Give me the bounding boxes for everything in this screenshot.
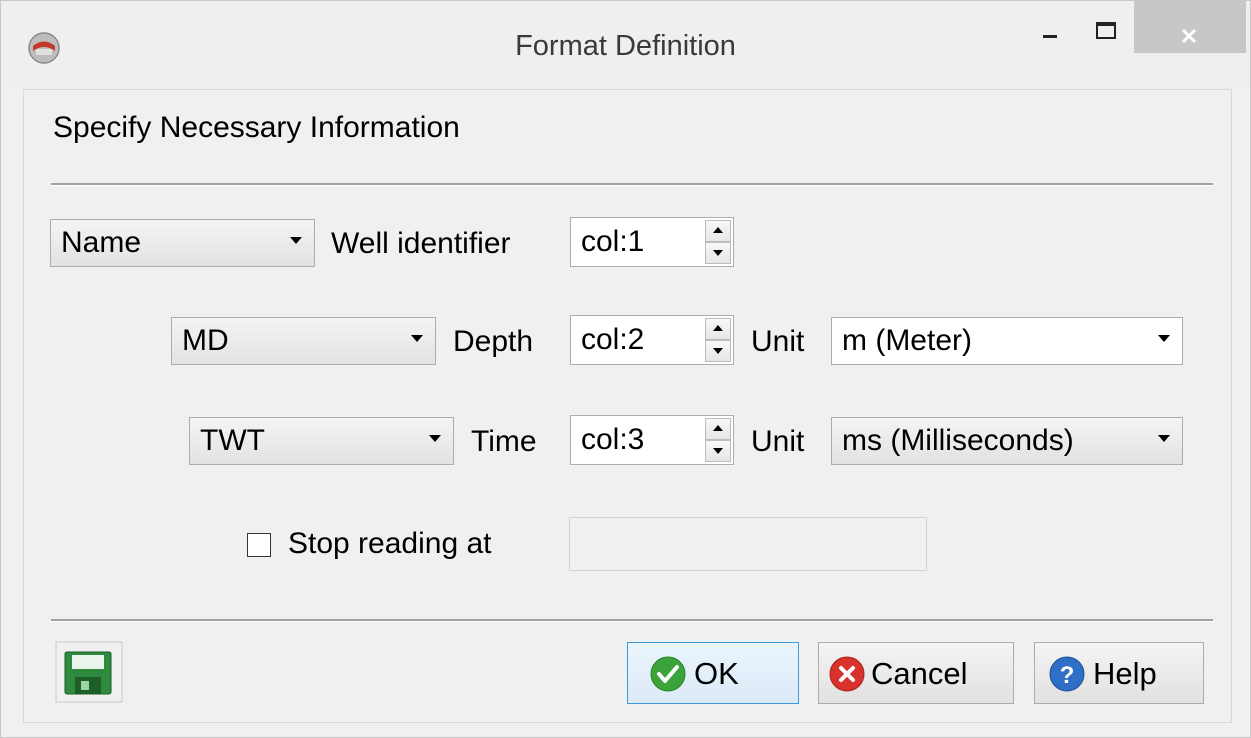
chevron-down-icon bbox=[1158, 435, 1170, 442]
well-identifier-label: Well identifier bbox=[331, 227, 511, 260]
title-bar[interactable]: Format Definition bbox=[1, 1, 1250, 89]
chevron-down-icon bbox=[411, 335, 423, 342]
save-icon bbox=[55, 641, 123, 703]
depth-type-value: MD bbox=[182, 324, 229, 357]
close-icon bbox=[1181, 28, 1197, 44]
chevron-down-icon bbox=[1158, 335, 1170, 342]
time-column-spinbox[interactable]: col:3 bbox=[570, 415, 734, 465]
minimize-icon bbox=[1043, 35, 1057, 38]
cancel-label: Cancel bbox=[871, 656, 968, 691]
chevron-down-icon bbox=[429, 435, 441, 442]
depth-column-spinbox[interactable]: col:2 bbox=[570, 315, 734, 365]
stop-reading-checkbox[interactable] bbox=[247, 533, 271, 557]
checkmark-icon bbox=[650, 656, 686, 692]
maximize-button[interactable] bbox=[1079, 1, 1133, 53]
maximize-icon bbox=[1096, 22, 1116, 39]
identifier-type-select[interactable]: Name bbox=[50, 219, 315, 267]
spin-up-button[interactable] bbox=[705, 418, 731, 440]
time-label: Time bbox=[471, 425, 537, 458]
identifier-column-spinbox[interactable]: col:1 bbox=[570, 217, 734, 267]
help-label: Help bbox=[1093, 656, 1157, 691]
ok-label: OK bbox=[694, 656, 739, 691]
stop-reading-field bbox=[569, 517, 927, 571]
time-type-select[interactable]: TWT bbox=[189, 417, 454, 465]
spin-up-button[interactable] bbox=[705, 220, 731, 242]
spin-down-button[interactable] bbox=[705, 340, 731, 362]
depth-unit-value: m (Meter) bbox=[842, 324, 972, 357]
depth-unit-label: Unit bbox=[751, 325, 805, 358]
ok-button[interactable]: OK bbox=[627, 642, 799, 704]
depth-label: Depth bbox=[453, 325, 534, 358]
arrow-down-icon bbox=[713, 348, 723, 354]
close-button[interactable] bbox=[1134, 1, 1246, 53]
depth-type-select[interactable]: MD bbox=[171, 317, 436, 365]
arrow-down-icon bbox=[713, 250, 723, 256]
arrow-up-icon bbox=[713, 227, 723, 233]
stop-reading-label: Stop reading at bbox=[288, 527, 492, 560]
cancel-x-icon bbox=[829, 656, 865, 692]
time-unit-label: Unit bbox=[751, 425, 805, 458]
depth-unit-select[interactable]: m (Meter) bbox=[831, 317, 1183, 365]
help-button[interactable]: ? Help bbox=[1034, 642, 1204, 704]
section-heading: Specify Necessary Information bbox=[53, 111, 460, 144]
time-type-value: TWT bbox=[200, 424, 265, 457]
chevron-down-icon bbox=[290, 237, 302, 244]
arrow-down-icon bbox=[713, 448, 723, 454]
cancel-button[interactable]: Cancel bbox=[818, 642, 1014, 704]
time-unit-select[interactable]: ms (Milliseconds) bbox=[831, 417, 1183, 465]
svg-text:?: ? bbox=[1060, 662, 1075, 689]
time-column-value: col:3 bbox=[581, 423, 645, 456]
minimize-button[interactable] bbox=[1019, 1, 1079, 53]
time-unit-value: ms (Milliseconds) bbox=[842, 424, 1074, 457]
identifier-type-value: Name bbox=[61, 226, 142, 259]
question-icon: ? bbox=[1049, 656, 1085, 692]
save-format-button[interactable] bbox=[55, 641, 123, 703]
top-divider bbox=[51, 183, 1213, 186]
spin-down-button[interactable] bbox=[705, 242, 731, 264]
bottom-divider bbox=[51, 619, 1213, 622]
arrow-up-icon bbox=[713, 325, 723, 331]
spin-up-button[interactable] bbox=[705, 318, 731, 340]
arrow-up-icon bbox=[713, 425, 723, 431]
depth-column-value: col:2 bbox=[581, 323, 645, 356]
spin-down-button[interactable] bbox=[705, 440, 731, 462]
identifier-column-value: col:1 bbox=[581, 225, 645, 258]
format-definition-window: Format Definition Specify Necessary Info… bbox=[0, 0, 1251, 738]
